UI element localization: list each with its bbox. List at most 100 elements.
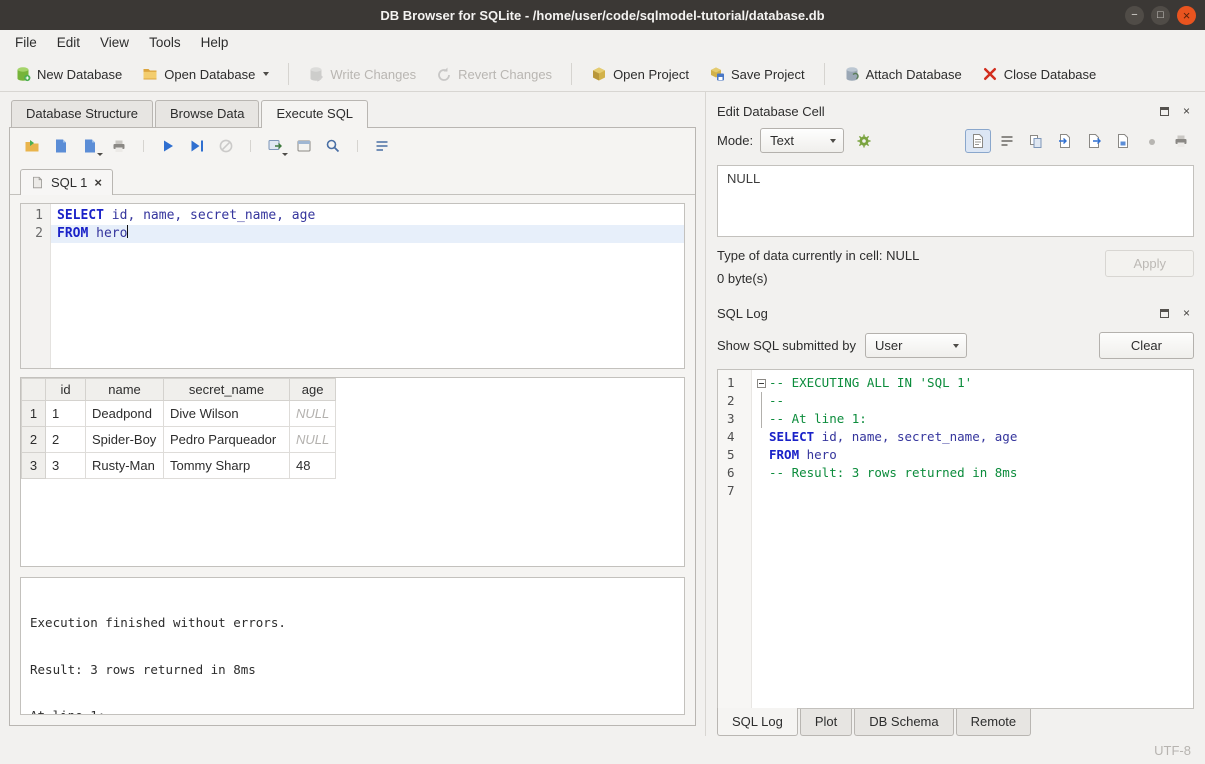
close-database-button[interactable]: Close Database [973, 61, 1106, 87]
results-header-row: id name secret_name age [22, 379, 336, 401]
minimize-button[interactable]: − [1125, 6, 1144, 25]
clear-button[interactable]: Clear [1099, 332, 1194, 359]
new-database-button[interactable]: New Database [6, 61, 131, 87]
print-button[interactable] [106, 134, 132, 158]
close-panel-icon[interactable]: × [1179, 104, 1194, 119]
row-header[interactable]: 2 [22, 427, 46, 453]
column-header-id[interactable]: id [46, 379, 86, 401]
cell-id[interactable]: 2 [46, 427, 86, 453]
message-line: At line 1: [30, 708, 675, 715]
log-content: -- EXECUTING ALL IN 'SQL 1' -- -- At lin… [752, 370, 1193, 708]
tree-guide [754, 482, 769, 500]
apply-button[interactable]: Apply [1105, 250, 1194, 277]
edit-cell-title: Edit Database Cell [717, 104, 1150, 119]
tab-plot[interactable]: Plot [800, 709, 852, 736]
column-header-age[interactable]: age [290, 379, 336, 401]
tab-browse-data[interactable]: Browse Data [155, 100, 259, 127]
filter-combo[interactable]: User [865, 333, 967, 358]
window-title: DB Browser for SQLite - /home/user/code/… [0, 8, 1205, 23]
menu-help[interactable]: Help [191, 30, 239, 57]
column-header-secret-name[interactable]: secret_name [164, 379, 290, 401]
print-cell-button[interactable] [1168, 129, 1194, 153]
collapse-toggle-icon[interactable] [754, 374, 769, 392]
sql-tab-close-icon[interactable]: × [94, 176, 102, 189]
encoding-indicator[interactable]: UTF-8 [1154, 743, 1191, 758]
auto-mode-icon[interactable] [851, 129, 877, 153]
save-cell-button[interactable] [1110, 129, 1136, 153]
attach-database-button[interactable]: Attach Database [835, 61, 971, 87]
tab-execute-sql[interactable]: Execute SQL [261, 100, 368, 128]
toolbar-separator [571, 63, 572, 85]
export-cell-button[interactable] [1081, 129, 1107, 153]
open-sql-file-button[interactable] [19, 134, 45, 158]
tree-guide [754, 410, 769, 428]
cell-name[interactable]: Rusty-Man [86, 453, 164, 479]
tab-database-structure[interactable]: Database Structure [11, 100, 153, 127]
cell-id[interactable]: 3 [46, 453, 86, 479]
word-wrap-button[interactable] [369, 134, 395, 158]
cell-name[interactable]: Deadpond [86, 401, 164, 427]
cell-name[interactable]: Spider-Boy [86, 427, 164, 453]
word-wrap-cell-button[interactable] [994, 129, 1020, 153]
combo-arrow-icon [830, 139, 836, 143]
export-dropdown-icon [282, 153, 288, 156]
filter-label: Show SQL submitted by [717, 338, 856, 353]
cell-secret-name[interactable]: Tommy Sharp [164, 453, 290, 479]
execute-line-button[interactable] [184, 134, 210, 158]
menu-view[interactable]: View [90, 30, 139, 57]
cell-secret-name[interactable]: Dive Wilson [164, 401, 290, 427]
sql-log-view[interactable]: 1 2 3 4 5 6 7 -- EXECUTING ALL IN 'SQL 1… [717, 369, 1194, 709]
tree-guide [754, 392, 769, 410]
open-database-button[interactable]: Open Database [133, 61, 278, 87]
stop-button[interactable] [213, 134, 239, 158]
cell-age[interactable]: 48 [290, 453, 336, 479]
execution-message[interactable]: Execution finished without errors. Resul… [20, 577, 685, 715]
find-replace-button[interactable] [320, 134, 346, 158]
close-button[interactable]: × [1177, 6, 1196, 25]
corner-header[interactable] [22, 379, 46, 401]
save-project-button[interactable]: Save Project [700, 61, 814, 87]
line-number: 1 [21, 207, 43, 225]
float-panel-icon[interactable] [1157, 306, 1172, 321]
import-cell-button[interactable] [1052, 129, 1078, 153]
execute-all-button[interactable] [155, 134, 181, 158]
line-number: 1 [727, 374, 751, 392]
row-header[interactable]: 1 [22, 401, 46, 427]
row-header[interactable]: 3 [22, 453, 46, 479]
tab-db-schema[interactable]: DB Schema [854, 709, 953, 736]
set-null-button[interactable] [1139, 129, 1165, 153]
mode-combo[interactable]: Text [760, 128, 844, 153]
cell-id[interactable]: 1 [46, 401, 86, 427]
revert-changes-button[interactable]: Revert Changes [427, 61, 561, 87]
copy-cell-button[interactable] [1023, 129, 1049, 153]
open-project-button[interactable]: Open Project [582, 61, 698, 87]
write-changes-button[interactable]: Write Changes [299, 61, 425, 87]
tab-remote[interactable]: Remote [956, 709, 1032, 736]
cell-age[interactable]: NULL [290, 401, 336, 427]
column-header-name[interactable]: name [86, 379, 164, 401]
toolbar-separator [143, 140, 144, 152]
open-results-in-tab-button[interactable] [291, 134, 317, 158]
export-results-button[interactable] [262, 134, 288, 158]
cell-secret-name[interactable]: Pedro Parqueador [164, 427, 290, 453]
log-comment: -- Result: 3 rows returned in 8ms [769, 464, 1017, 482]
mode-value: Text [770, 133, 794, 148]
close-panel-icon[interactable]: × [1179, 306, 1194, 321]
maximize-button[interactable]: □ [1151, 6, 1170, 25]
menu-file[interactable]: File [5, 30, 47, 57]
new-database-icon [15, 66, 31, 82]
text-view-button[interactable] [965, 129, 991, 153]
save-sql-file-button[interactable] [48, 134, 74, 158]
tab-sql-log[interactable]: SQL Log [717, 708, 798, 736]
sql-editor[interactable]: 1 2 SELECT id, name, secret_name, age FR… [20, 203, 685, 369]
save-sql-file-as-button[interactable] [77, 134, 103, 158]
cell-age[interactable]: NULL [290, 427, 336, 453]
menu-tools[interactable]: Tools [139, 30, 191, 57]
sql-tab[interactable]: SQL 1 × [20, 169, 113, 195]
table-row: 1 1 Deadpond Dive Wilson NULL [22, 401, 336, 427]
line-number: 2 [727, 392, 751, 410]
menu-edit[interactable]: Edit [47, 30, 90, 57]
cell-content-editor[interactable]: NULL [717, 165, 1194, 237]
float-panel-icon[interactable] [1157, 104, 1172, 119]
main-content: Database Structure Browse Data Execute S… [0, 92, 1205, 736]
